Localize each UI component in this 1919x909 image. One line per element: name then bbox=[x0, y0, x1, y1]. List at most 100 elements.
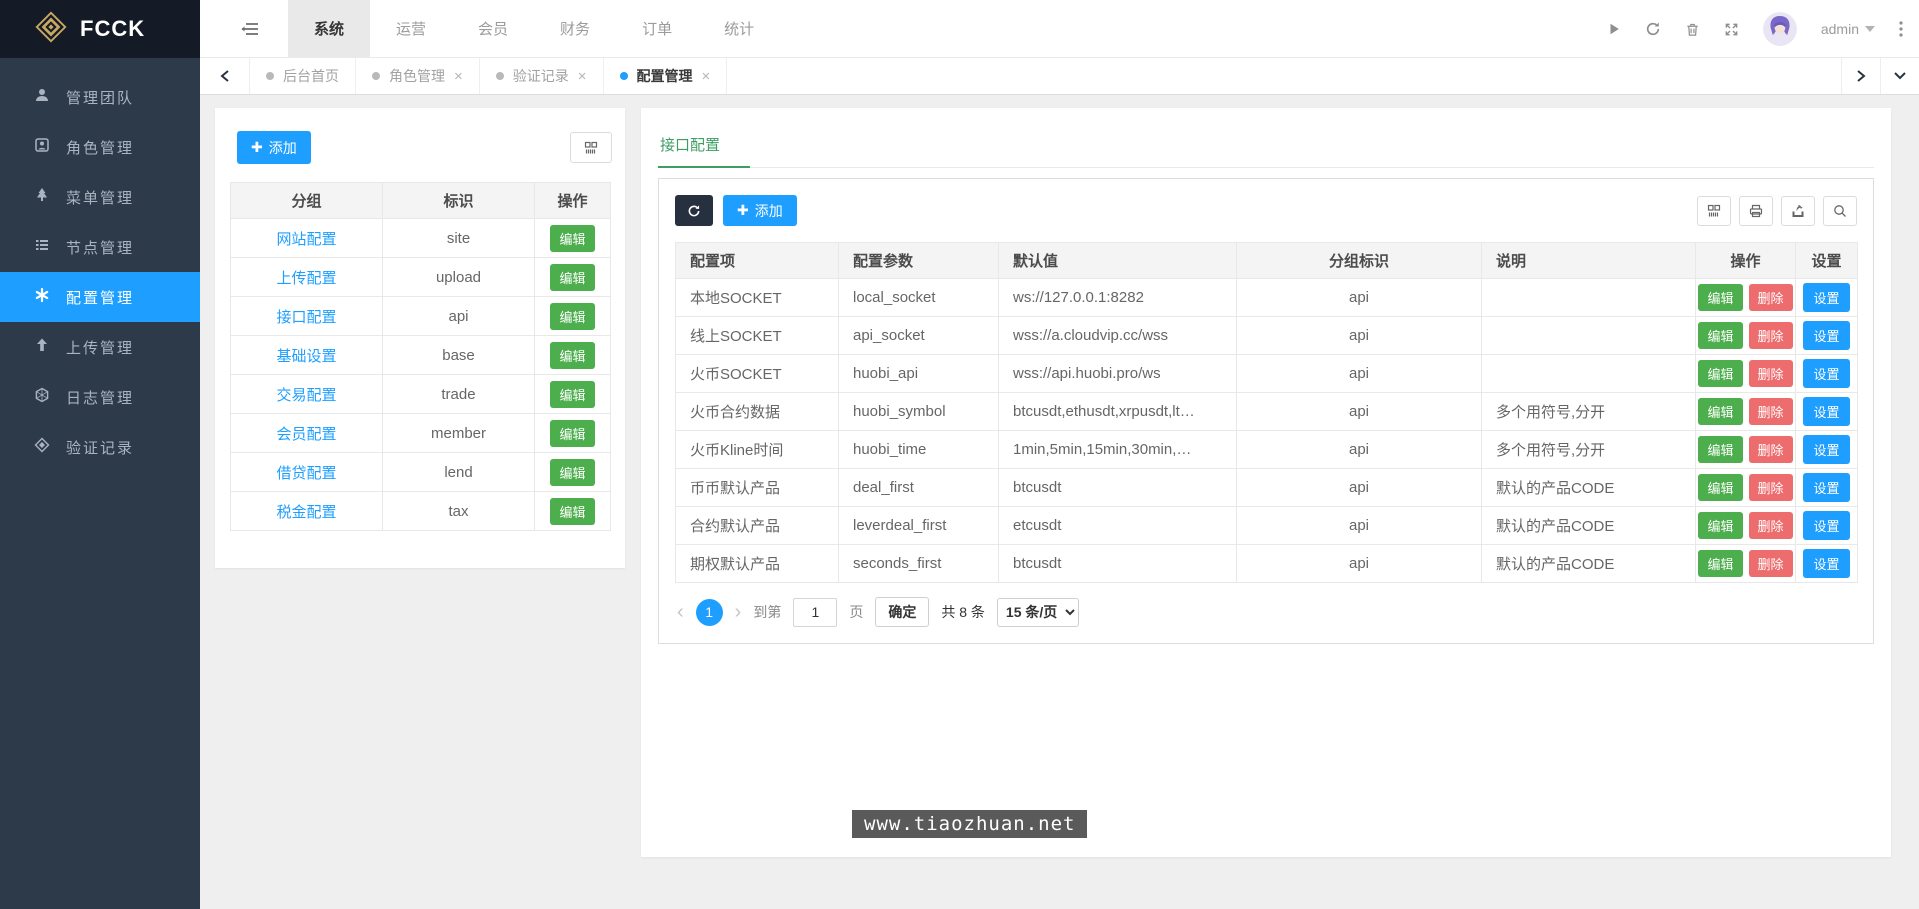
confirm-page-button[interactable]: 确定 bbox=[875, 597, 929, 627]
tabs-menu-icon[interactable] bbox=[1880, 58, 1919, 94]
sidebar-item-node[interactable]: 节点管理 bbox=[0, 222, 200, 272]
config-value: wss://a.cloudvip.cc/wss bbox=[999, 317, 1237, 355]
edit-button[interactable]: 编辑 bbox=[550, 420, 594, 447]
delete-button[interactable]: 删除 bbox=[1749, 322, 1793, 349]
edit-button[interactable]: 编辑 bbox=[550, 225, 594, 252]
refresh-table-button[interactable] bbox=[675, 195, 713, 226]
module-tab-operation[interactable]: 运营 bbox=[370, 0, 452, 57]
module-tab-member[interactable]: 会员 bbox=[452, 0, 534, 57]
edit-button[interactable]: 编辑 bbox=[1698, 322, 1742, 349]
edit-button[interactable]: 编辑 bbox=[1698, 360, 1742, 387]
search-icon[interactable] bbox=[1823, 196, 1857, 226]
refresh-icon[interactable] bbox=[1645, 21, 1661, 37]
setting-button[interactable]: 设置 bbox=[1803, 473, 1849, 502]
edit-button[interactable]: 编辑 bbox=[1698, 550, 1742, 577]
toggle-columns-icon[interactable] bbox=[1697, 196, 1731, 226]
edit-button[interactable]: 编辑 bbox=[550, 264, 594, 291]
trash-icon[interactable] bbox=[1685, 22, 1700, 37]
page-size-select[interactable]: 15 条/页 bbox=[997, 598, 1079, 627]
edit-button[interactable]: 编辑 bbox=[1698, 398, 1742, 425]
tabs-scroll-left-icon[interactable] bbox=[200, 58, 250, 94]
page-tab-config[interactable]: 配置管理 × bbox=[604, 58, 728, 94]
user-menu[interactable]: admin bbox=[1821, 21, 1875, 37]
delete-button[interactable]: 删除 bbox=[1749, 436, 1793, 463]
setting-button[interactable]: 设置 bbox=[1803, 321, 1849, 350]
page-number-input[interactable] bbox=[793, 598, 837, 627]
edit-button[interactable]: 编辑 bbox=[550, 381, 594, 408]
group-link[interactable]: 网站配置 bbox=[276, 231, 336, 248]
config-value: etcusdt bbox=[999, 507, 1237, 545]
current-page-button[interactable]: 1 bbox=[696, 599, 723, 626]
tab-api-config[interactable]: 接口配置 bbox=[658, 128, 750, 168]
setting-button[interactable]: 设置 bbox=[1803, 283, 1849, 312]
group-link[interactable]: 会员配置 bbox=[276, 426, 336, 443]
sidebar-item-log[interactable]: 日志管理 bbox=[0, 372, 200, 422]
setting-button[interactable]: 设置 bbox=[1803, 359, 1849, 388]
toggle-columns-icon[interactable] bbox=[570, 132, 612, 163]
page-tab-role[interactable]: 角色管理 × bbox=[356, 58, 480, 94]
setting-button[interactable]: 设置 bbox=[1803, 397, 1849, 426]
page-tab-home[interactable]: 后台首页 bbox=[250, 58, 356, 94]
collapse-sidebar-icon[interactable] bbox=[230, 0, 270, 57]
config-value: ws://127.0.0.1:8282 bbox=[999, 279, 1237, 317]
sidebar-item-label: 配置管理 bbox=[66, 287, 134, 308]
group-link[interactable]: 借贷配置 bbox=[276, 465, 336, 482]
page-tab-verify[interactable]: 验证记录 × bbox=[480, 58, 604, 94]
sidebar-menu: 管理团队 角色管理 菜单管理 节点管理 配置管理 上传管理 日志管理 验证记录 bbox=[0, 58, 200, 472]
fullscreen-icon[interactable] bbox=[1724, 22, 1739, 37]
group-link[interactable]: 上传配置 bbox=[276, 270, 336, 287]
sidebar-item-label: 角色管理 bbox=[66, 137, 134, 158]
edit-button[interactable]: 编辑 bbox=[1698, 474, 1742, 501]
group-link[interactable]: 交易配置 bbox=[276, 387, 336, 404]
delete-button[interactable]: 删除 bbox=[1749, 398, 1793, 425]
close-icon[interactable]: × bbox=[578, 68, 587, 85]
module-tab-system[interactable]: 系统 bbox=[288, 0, 370, 57]
tabs-scroll-right-icon[interactable] bbox=[1841, 58, 1880, 94]
more-icon[interactable] bbox=[1899, 21, 1903, 37]
sidebar-item-label: 菜单管理 bbox=[66, 187, 134, 208]
add-config-button[interactable]: ✚ 添加 bbox=[723, 195, 797, 226]
setting-button[interactable]: 设置 bbox=[1803, 549, 1849, 578]
delete-button[interactable]: 删除 bbox=[1749, 474, 1793, 501]
config-desc: 默认的产品CODE bbox=[1482, 507, 1696, 545]
edit-button[interactable]: 编辑 bbox=[1698, 512, 1742, 539]
module-tab-stats[interactable]: 统计 bbox=[698, 0, 780, 57]
setting-button[interactable]: 设置 bbox=[1803, 511, 1849, 540]
edit-button[interactable]: 编辑 bbox=[550, 342, 594, 369]
export-icon[interactable] bbox=[1781, 196, 1815, 226]
close-icon[interactable]: × bbox=[702, 68, 711, 85]
edit-button[interactable]: 编辑 bbox=[550, 498, 594, 525]
delete-button[interactable]: 删除 bbox=[1749, 550, 1793, 577]
close-icon[interactable]: × bbox=[454, 68, 463, 85]
sidebar-item-upload[interactable]: 上传管理 bbox=[0, 322, 200, 372]
sidebar-item-menu[interactable]: 菜单管理 bbox=[0, 172, 200, 222]
sidebar-item-config[interactable]: 配置管理 bbox=[0, 272, 200, 322]
prev-page-icon[interactable]: ‹ bbox=[677, 602, 684, 622]
module-tab-order[interactable]: 订单 bbox=[616, 0, 698, 57]
group-link[interactable]: 基础设置 bbox=[276, 348, 336, 365]
edit-button[interactable]: 编辑 bbox=[550, 459, 594, 486]
delete-button[interactable]: 删除 bbox=[1749, 512, 1793, 539]
sidebar-item-verify[interactable]: 验证记录 bbox=[0, 422, 200, 472]
delete-button[interactable]: 删除 bbox=[1749, 284, 1793, 311]
edit-button[interactable]: 编辑 bbox=[550, 303, 594, 330]
next-page-icon[interactable]: › bbox=[735, 602, 742, 622]
avatar[interactable] bbox=[1763, 12, 1797, 46]
delete-button[interactable]: 删除 bbox=[1749, 360, 1793, 387]
module-tab-finance[interactable]: 财务 bbox=[534, 0, 616, 57]
table-row: 期权默认产品 seconds_first btcusdt api 默认的产品CO… bbox=[676, 545, 1858, 583]
top-navbar: 系统 运营 会员 财务 订单 统计 admin bbox=[200, 0, 1919, 58]
edit-button[interactable]: 编辑 bbox=[1698, 284, 1742, 311]
config-group: api bbox=[1237, 469, 1482, 507]
sidebar-item-label: 节点管理 bbox=[66, 237, 134, 258]
edit-button[interactable]: 编辑 bbox=[1698, 436, 1742, 463]
setting-button[interactable]: 设置 bbox=[1803, 435, 1849, 464]
print-icon[interactable] bbox=[1739, 196, 1773, 226]
sidebar-item-role[interactable]: 角色管理 bbox=[0, 122, 200, 172]
group-link[interactable]: 接口配置 bbox=[276, 309, 336, 326]
play-icon[interactable] bbox=[1607, 22, 1621, 36]
add-group-button[interactable]: ✚ 添加 bbox=[237, 131, 311, 164]
config-desc bbox=[1482, 355, 1696, 393]
sidebar-item-team[interactable]: 管理团队 bbox=[0, 72, 200, 122]
group-link[interactable]: 税金配置 bbox=[276, 504, 336, 521]
